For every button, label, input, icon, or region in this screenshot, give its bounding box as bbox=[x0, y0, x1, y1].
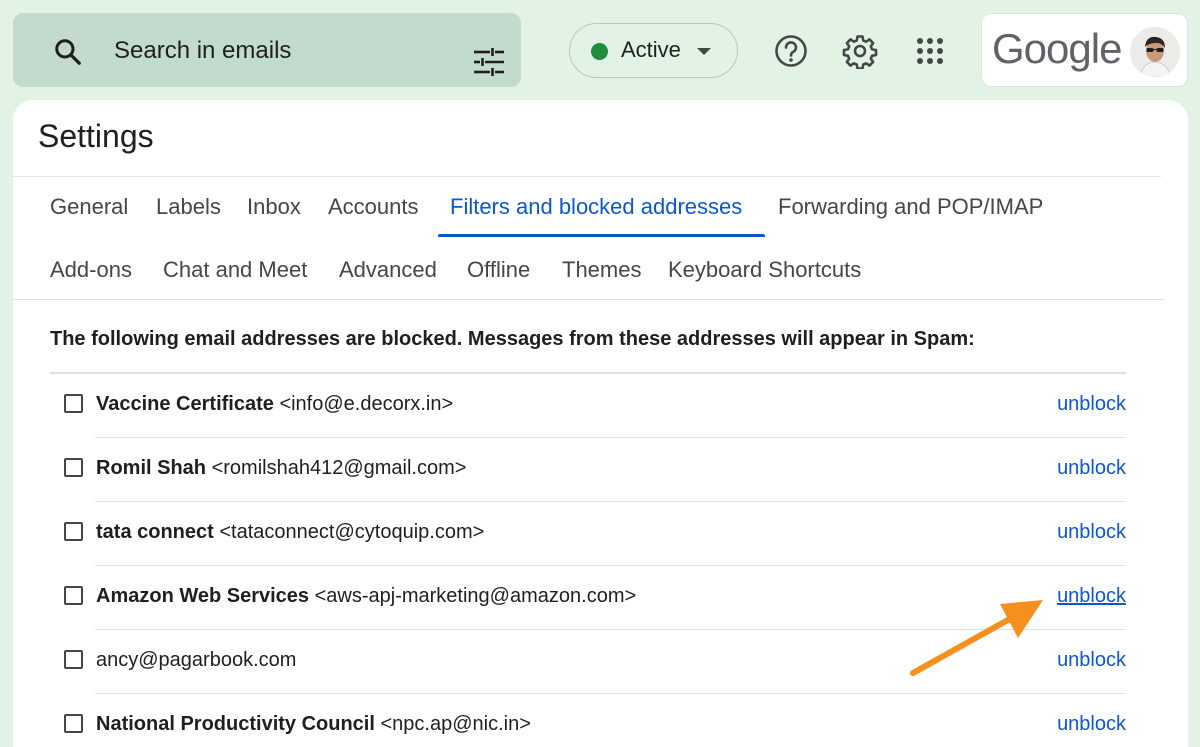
row-checkbox[interactable] bbox=[64, 458, 83, 477]
page-title: Settings bbox=[38, 118, 154, 154]
tab-themes[interactable]: Themes bbox=[562, 257, 641, 283]
blocked-address-row: Amazon Web Services <aws-apj-marketing@a… bbox=[50, 566, 1126, 630]
google-logo: Google bbox=[992, 25, 1122, 72]
avatar-image bbox=[1130, 27, 1180, 77]
divider bbox=[13, 176, 1161, 177]
sender-name: National Productivity Council bbox=[96, 713, 375, 735]
chevron-down-icon bbox=[697, 48, 711, 55]
sender: Vaccine Certificate <info@e.decorx.in> bbox=[96, 393, 453, 416]
sender: tata connect <tataconnect@cytoquip.com> bbox=[96, 521, 484, 544]
account-area[interactable]: Google bbox=[981, 13, 1188, 87]
sender-email: <aws-apj-marketing@amazon.com> bbox=[314, 585, 637, 607]
sender-name: Vaccine Certificate bbox=[96, 393, 274, 415]
tab-accounts[interactable]: Accounts bbox=[328, 194, 419, 220]
tab-offline[interactable]: Offline bbox=[467, 257, 530, 283]
row-checkbox[interactable] bbox=[64, 522, 83, 541]
row-checkbox[interactable] bbox=[64, 714, 83, 733]
search-bar[interactable] bbox=[13, 13, 521, 87]
blocked-address-row: tata connect <tataconnect@cytoquip.com> … bbox=[50, 502, 1126, 566]
status-label: Active bbox=[621, 37, 681, 62]
row-checkbox[interactable] bbox=[64, 586, 83, 605]
sender-email: <romilshah412@gmail.com> bbox=[211, 457, 467, 479]
blocked-address-row: ancy@pagarbook.com unblock bbox=[50, 630, 1126, 694]
sender-email: <tataconnect@cytoquip.com> bbox=[219, 521, 485, 543]
unblock-link[interactable]: unblock bbox=[1057, 457, 1126, 480]
row-checkbox[interactable] bbox=[64, 650, 83, 669]
help-icon[interactable] bbox=[773, 33, 809, 69]
status-dot bbox=[591, 43, 608, 60]
status-selector[interactable]: Active bbox=[569, 23, 738, 78]
apps-grid-icon[interactable] bbox=[912, 33, 948, 69]
tab-general[interactable]: General bbox=[50, 194, 128, 220]
sender-name: Romil Shah bbox=[96, 457, 207, 479]
tab-inbox[interactable]: Inbox bbox=[247, 194, 301, 220]
sender-name: Amazon Web Services bbox=[96, 585, 310, 607]
unblock-link[interactable]: unblock bbox=[1057, 393, 1126, 416]
search-options-icon[interactable] bbox=[472, 47, 506, 77]
settings-panel: Settings General Labels Inbox Accounts F… bbox=[13, 100, 1188, 747]
tab-keyboard-shortcuts[interactable]: Keyboard Shortcuts bbox=[668, 257, 861, 283]
unblock-link[interactable]: unblock bbox=[1057, 585, 1126, 608]
tab-forwarding-and-pop-imap[interactable]: Forwarding and POP/IMAP bbox=[778, 194, 1043, 220]
search-input[interactable] bbox=[114, 35, 444, 67]
sender: Romil Shah <romilshah412@gmail.com> bbox=[96, 457, 466, 480]
row-checkbox[interactable] bbox=[64, 394, 83, 413]
sender-name: tata connect bbox=[96, 521, 214, 543]
tab-labels[interactable]: Labels bbox=[156, 194, 221, 220]
unblock-link[interactable]: unblock bbox=[1057, 649, 1126, 672]
blocked-addresses-heading: The following email addresses are blocke… bbox=[50, 328, 975, 350]
sender: Amazon Web Services <aws-apj-marketing@a… bbox=[96, 585, 636, 608]
tab-filters-and-blocked-addresses[interactable]: Filters and blocked addresses bbox=[450, 194, 742, 220]
sender-email: <info@e.decorx.in> bbox=[279, 393, 454, 415]
active-tab-indicator bbox=[438, 234, 765, 237]
tab-add-ons[interactable]: Add-ons bbox=[50, 257, 132, 283]
sender: ancy@pagarbook.com bbox=[96, 649, 296, 672]
unblock-link[interactable]: unblock bbox=[1057, 713, 1126, 736]
sender-email: <npc.ap@nic.in> bbox=[380, 713, 531, 735]
avatar[interactable] bbox=[1130, 27, 1180, 77]
sender: National Productivity Council <npc.ap@ni… bbox=[96, 713, 531, 736]
divider bbox=[13, 299, 1164, 300]
blocked-address-row: Vaccine Certificate <info@e.decorx.in> u… bbox=[50, 374, 1126, 438]
search-icon[interactable] bbox=[53, 37, 83, 67]
tab-advanced[interactable]: Advanced bbox=[339, 257, 437, 283]
tab-chat-and-meet[interactable]: Chat and Meet bbox=[163, 257, 307, 283]
gear-icon[interactable] bbox=[842, 33, 878, 69]
blocked-address-row: Romil Shah <romilshah412@gmail.com> unbl… bbox=[50, 438, 1126, 502]
unblock-link[interactable]: unblock bbox=[1057, 521, 1126, 544]
blocked-address-row: National Productivity Council <npc.ap@ni… bbox=[50, 694, 1126, 747]
sender-email: ancy@pagarbook.com bbox=[96, 649, 297, 671]
